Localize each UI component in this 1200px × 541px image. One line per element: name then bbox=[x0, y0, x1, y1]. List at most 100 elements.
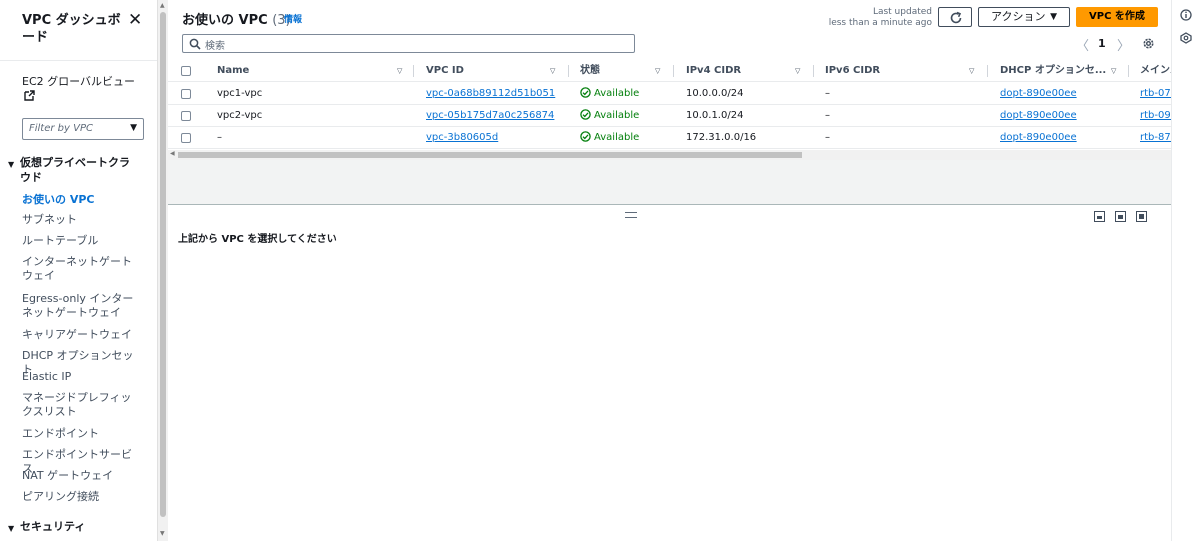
cell-ipv6-cidr: – bbox=[825, 110, 830, 121]
sidebar-item-your-vpcs[interactable]: お使いの VPC bbox=[22, 193, 134, 207]
help-panel-icon[interactable] bbox=[1180, 32, 1192, 44]
split-panel-divider[interactable] bbox=[168, 204, 1171, 205]
check-circle-icon bbox=[580, 131, 591, 142]
row-checkbox[interactable] bbox=[181, 133, 191, 143]
cell-ipv6-cidr: – bbox=[825, 132, 830, 143]
page-title: お使いの VPC (3) bbox=[182, 13, 291, 28]
sidebar-item-endpoints[interactable]: エンドポイント bbox=[22, 427, 134, 441]
sidebar-item-peering-connections[interactable]: ピアリング接続 bbox=[22, 490, 134, 504]
external-link-icon[interactable] bbox=[24, 90, 35, 101]
column-header-vpc-id[interactable]: VPC ID bbox=[426, 60, 464, 82]
sidebar-scrollbar[interactable]: ▲ ▼ bbox=[157, 0, 168, 541]
scrollbar-thumb[interactable] bbox=[160, 12, 166, 517]
cell-route-table-link[interactable]: rtb-876 bbox=[1140, 127, 1171, 149]
column-separator[interactable] bbox=[413, 65, 414, 77]
column-separator[interactable] bbox=[813, 65, 814, 77]
refresh-button[interactable] bbox=[938, 7, 972, 27]
right-tool-rail bbox=[1171, 0, 1200, 541]
caret-down-icon: ▼ bbox=[8, 160, 15, 169]
column-header-ipv6-cidr[interactable]: IPv6 CIDR bbox=[825, 60, 880, 82]
scroll-down-icon[interactable]: ▼ bbox=[160, 530, 165, 537]
gear-icon[interactable] bbox=[1142, 37, 1155, 50]
cell-route-table-link[interactable]: rtb-079 bbox=[1140, 83, 1171, 105]
cell-dhcp-link[interactable]: dopt-890e00ee bbox=[1000, 127, 1077, 149]
cell-dhcp-link[interactable]: dopt-890e00ee bbox=[1000, 105, 1077, 127]
panel-full-icon[interactable] bbox=[1136, 211, 1147, 222]
info-link[interactable]: 情報 bbox=[284, 12, 302, 25]
chevron-left-icon[interactable]: 〈 bbox=[1076, 35, 1089, 54]
column-separator[interactable] bbox=[1128, 65, 1129, 77]
table-row[interactable]: vpc2-vpc vpc-05b175d7a0c256874 Available… bbox=[168, 105, 1171, 127]
search-placeholder: 検索 bbox=[205, 41, 225, 52]
caret-down-icon: ▼ bbox=[8, 524, 15, 533]
column-header-main-route-table[interactable]: メインル bbox=[1140, 60, 1171, 82]
vpc-filter-select[interactable]: Filter by VPC ▼ bbox=[22, 118, 144, 140]
cell-state: Available bbox=[580, 127, 639, 149]
close-icon[interactable]: ✕ bbox=[128, 12, 142, 29]
cell-vpc-id-link[interactable]: vpc-3b80605d bbox=[426, 127, 498, 149]
caret-down-icon: ▼ bbox=[1050, 12, 1057, 22]
column-header-name[interactable]: Name bbox=[217, 60, 249, 82]
scroll-up-icon[interactable]: ▲ bbox=[160, 2, 165, 9]
check-circle-icon bbox=[580, 87, 591, 98]
caret-down-icon: ▼ bbox=[130, 123, 137, 133]
cell-state: Available bbox=[580, 105, 639, 127]
sidebar-item-carrier-gateways[interactable]: キャリアゲートウェイ bbox=[22, 328, 134, 342]
cell-route-table-link[interactable]: rtb-093 bbox=[1140, 105, 1171, 127]
info-icon[interactable] bbox=[1180, 9, 1192, 21]
cell-dhcp-link[interactable]: dopt-890e00ee bbox=[1000, 83, 1077, 105]
cell-ipv4-cidr: 172.31.0.0/16 bbox=[686, 132, 757, 143]
table-empty-area bbox=[168, 160, 1171, 204]
scroll-left-icon[interactable]: ◀ bbox=[170, 150, 175, 157]
sidebar-title: VPC ダッシュボード bbox=[22, 13, 121, 45]
actions-dropdown-button[interactable]: アクション ▼ bbox=[978, 7, 1070, 27]
sidebar-item-route-tables[interactable]: ルートテーブル bbox=[22, 234, 134, 248]
refresh-icon bbox=[950, 11, 962, 24]
column-header-ipv4-cidr[interactable]: IPv4 CIDR bbox=[686, 60, 741, 82]
sidebar-item-nat-gateways[interactable]: NAT ゲートウェイ bbox=[22, 469, 134, 483]
detail-empty-message: 上記から VPC を選択してください bbox=[178, 234, 337, 245]
sidebar-item-internet-gateways[interactable]: インターネットゲートウェイ bbox=[22, 255, 134, 283]
cell-name: – bbox=[217, 132, 222, 143]
split-panel-position-controls bbox=[1094, 211, 1157, 225]
column-separator[interactable] bbox=[673, 65, 674, 77]
cell-ipv4-cidr: 10.0.1.0/24 bbox=[686, 110, 744, 121]
chevron-right-icon[interactable]: 〉 bbox=[1117, 35, 1130, 54]
vpc-table: Name ▽ VPC ID ▽ 状態 ▽ IPv4 CIDR ▽ IPv6 CI… bbox=[168, 60, 1171, 160]
column-separator[interactable] bbox=[568, 65, 569, 77]
main-content: お使いの VPC (3) 情報 Last updated less than a… bbox=[168, 0, 1171, 541]
sidebar-item-managed-prefix-lists[interactable]: マネージドプレフィックスリスト bbox=[22, 391, 134, 419]
table-row[interactable]: – vpc-3b80605d Available 172.31.0.0/16 –… bbox=[168, 127, 1171, 149]
sidebar: VPC ダッシュボード ✕ EC2 グローバルビュー Filter by VPC… bbox=[0, 0, 157, 541]
create-vpc-button[interactable]: VPC を作成 bbox=[1076, 7, 1158, 27]
section-security[interactable]: ▼ セキュリティ bbox=[8, 519, 148, 536]
table-row[interactable]: vpc1-vpc vpc-0a68b89112d51b051 Available… bbox=[168, 83, 1171, 105]
scrollbar-thumb[interactable] bbox=[178, 152, 802, 158]
cell-ipv4-cidr: 10.0.0.0/24 bbox=[686, 88, 744, 99]
ec2-global-view-link[interactable]: EC2 グローバルビュー bbox=[22, 74, 135, 89]
panel-bottom-icon[interactable] bbox=[1094, 211, 1105, 222]
table-horizontal-scrollbar[interactable]: ◀ bbox=[168, 150, 1171, 160]
drag-handle-icon[interactable] bbox=[625, 212, 637, 218]
sidebar-item-egress-only-gateways[interactable]: Egress-only インターネットゲートウェイ bbox=[22, 292, 134, 320]
column-header-dhcp-options[interactable]: DHCP オプションセ... bbox=[1000, 60, 1106, 82]
row-checkbox[interactable] bbox=[181, 111, 191, 121]
search-icon bbox=[189, 38, 201, 50]
cell-state: Available bbox=[580, 83, 639, 105]
cell-vpc-id-link[interactable]: vpc-05b175d7a0c256874 bbox=[426, 105, 554, 127]
table-header: Name ▽ VPC ID ▽ 状態 ▽ IPv4 CIDR ▽ IPv6 CI… bbox=[168, 60, 1171, 82]
search-input[interactable]: 検索 bbox=[182, 34, 635, 53]
panel-side-icon[interactable] bbox=[1115, 211, 1126, 222]
sidebar-item-elastic-ip[interactable]: Elastic IP bbox=[22, 370, 134, 384]
divider bbox=[0, 60, 157, 61]
row-checkbox[interactable] bbox=[181, 89, 191, 99]
last-updated: Last updated less than a minute ago bbox=[828, 7, 932, 28]
page-number[interactable]: 1 bbox=[1098, 37, 1106, 50]
column-header-state[interactable]: 状態 bbox=[580, 60, 600, 82]
select-all-checkbox[interactable] bbox=[181, 66, 191, 76]
column-separator[interactable] bbox=[987, 65, 988, 77]
sidebar-item-subnets[interactable]: サブネット bbox=[22, 213, 134, 227]
section-virtual-private-cloud[interactable]: ▼ 仮想プライベートクラウド bbox=[8, 155, 148, 185]
cell-name: vpc2-vpc bbox=[217, 110, 263, 121]
cell-vpc-id-link[interactable]: vpc-0a68b89112d51b051 bbox=[426, 83, 555, 105]
